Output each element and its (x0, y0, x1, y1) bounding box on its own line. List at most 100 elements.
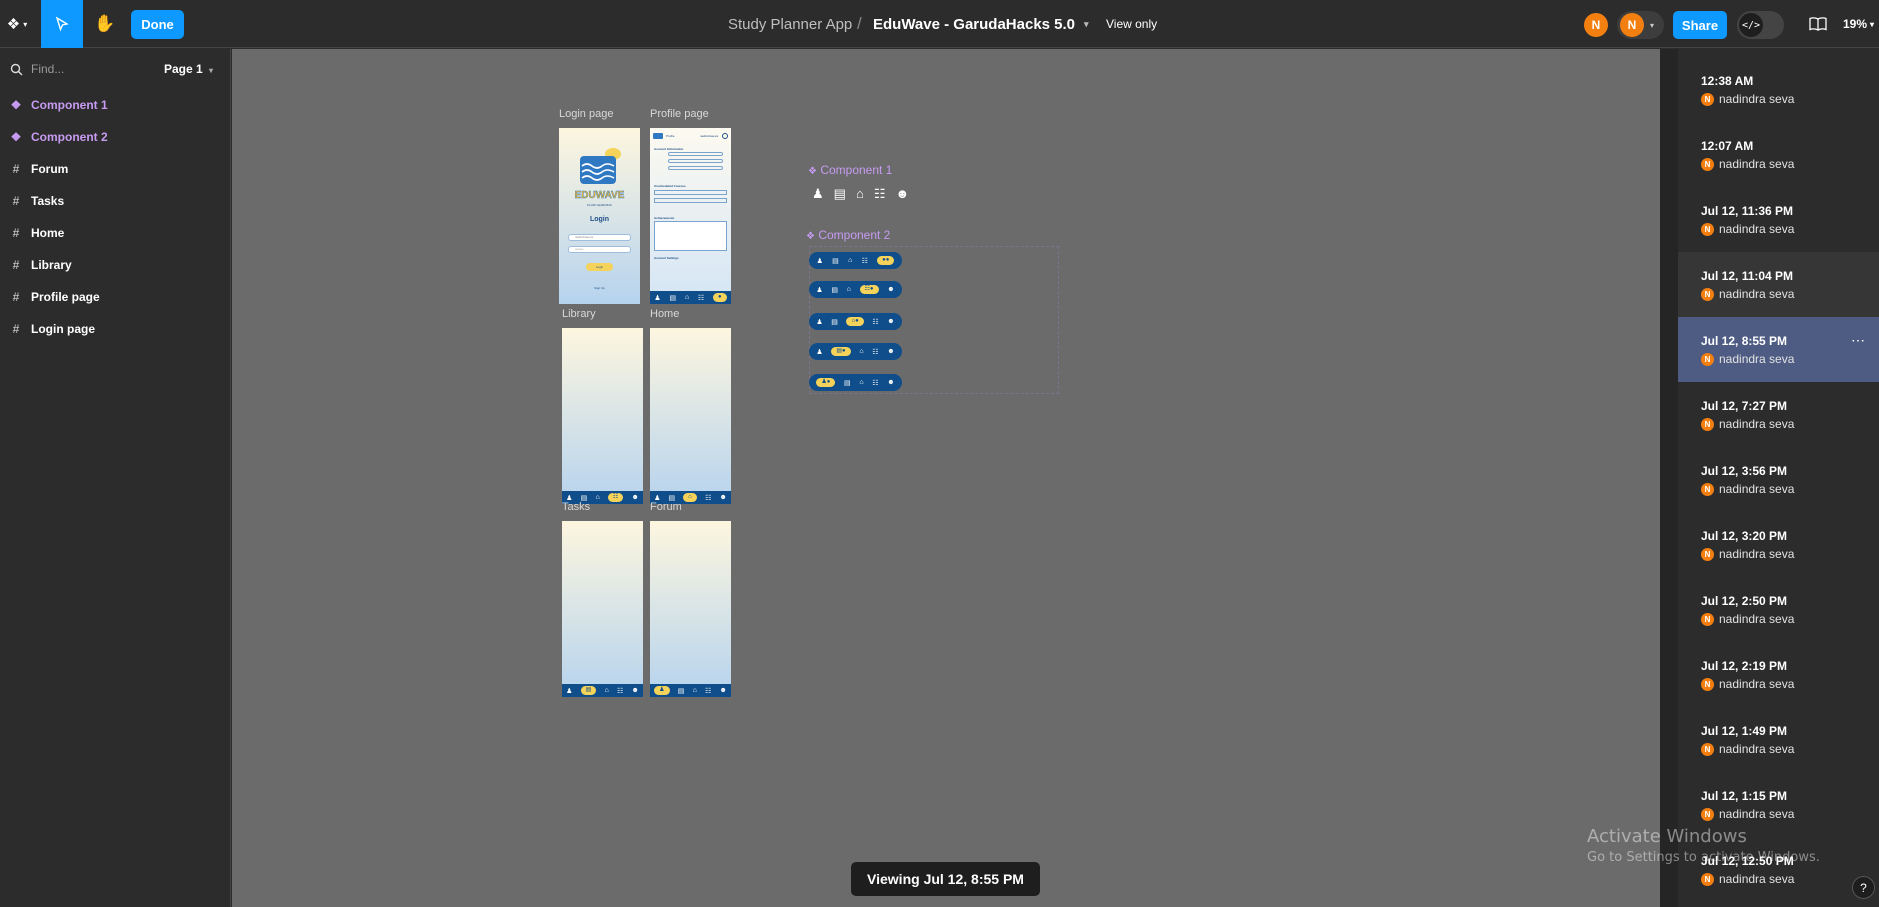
layer-search[interactable]: Find... Page 1 ▾ (0, 49, 231, 89)
nav-pill: ▤ (580, 686, 597, 695)
author-name: nadindra seva (1719, 222, 1795, 236)
component-2-label[interactable]: ❖ Component 2 (806, 228, 890, 242)
logo-text: EDUWAVE (574, 190, 625, 201)
nav-variant-home[interactable]: ♟ ▤ ⌂● ☷ ☻ (809, 313, 902, 330)
layer-label: Login page (31, 322, 95, 336)
frame-library[interactable]: ♟ ▤ ⌂ ☷ ☻ (562, 328, 643, 504)
forum-icon: ♟ (566, 687, 573, 695)
search-input[interactable]: Find... (31, 62, 64, 76)
nav-variant-library[interactable]: ♟ ▤ ⌂ ☷● ☻ (809, 281, 902, 298)
frame-login-page[interactable]: EDUWAVE FLOW LEARNING Login nadindraseva… (559, 128, 640, 304)
more-options-icon[interactable]: ⋯ (1851, 332, 1865, 349)
component-1-label[interactable]: ❖ Component 1 (808, 163, 892, 177)
version-item[interactable]: 12:07 AM Nnadindra seva (1678, 122, 1879, 187)
settings-heading: Account Settings (654, 256, 679, 260)
version-author: Nnadindra seva (1701, 482, 1794, 496)
layer-label: Home (31, 226, 65, 240)
frame-home[interactable]: ♟ ▤ ⌂ ☷ ☻ (650, 328, 731, 504)
version-time: Jul 12, 3:56 PM (1701, 464, 1788, 478)
version-item[interactable]: Jul 12, 1:49 PM Nnadindra seva (1678, 707, 1879, 772)
chevron-down-icon: ▾ (1870, 19, 1875, 29)
help-button[interactable]: ? (1852, 876, 1875, 899)
library-icon: ☷ (873, 186, 886, 201)
frame-label-tasks[interactable]: Tasks (562, 501, 590, 513)
watermark-title: Activate Windows (1587, 826, 1747, 847)
achievements-heading: Achievements (654, 216, 675, 220)
version-item[interactable]: Jul 12, 3:20 PM Nnadindra seva (1678, 512, 1879, 577)
layer-item-profile-page[interactable]: # Profile page (0, 281, 231, 313)
avatar: N (1701, 547, 1714, 561)
done-button[interactable]: Done (131, 10, 184, 39)
page-name: Page 1 (164, 62, 203, 76)
avatar: N (1701, 807, 1714, 821)
profile-icon: ☻ (719, 687, 727, 694)
figma-logo-icon: ❖ (6, 16, 21, 33)
frame-label-forum[interactable]: Forum (650, 501, 682, 513)
login-button[interactable]: Login (586, 263, 613, 271)
main-menu-button[interactable]: ❖ ▾ (0, 0, 34, 48)
version-time: Jul 12, 11:36 PM (1701, 204, 1794, 218)
share-button[interactable]: Share (1673, 11, 1727, 39)
layer-item-forum[interactable]: # Forum (0, 153, 231, 185)
frame-profile-page[interactable]: Profile nadindraseva Account Information… (650, 128, 731, 304)
frame-label-login[interactable]: Login page (559, 108, 613, 120)
frame-tasks[interactable]: ♟ ▤ ⌂ ☷ ☻ (562, 521, 643, 697)
avatar[interactable]: N (1584, 13, 1608, 37)
password-field[interactable]: •••••••• (568, 246, 631, 253)
frame-label-profile[interactable]: Profile page (650, 108, 709, 120)
achievements-box (654, 221, 727, 251)
move-tool-button[interactable] (41, 0, 83, 48)
nav-variant-forum[interactable]: ♟● ▤ ⌂ ☷ ☻ (809, 374, 902, 391)
frame-label-home[interactable]: Home (650, 308, 679, 320)
nav-variant-profile[interactable]: ♟ ▤ ⌂ ☷ ●● (809, 252, 902, 269)
version-item[interactable]: Jul 12, 3:56 PM Nnadindra seva (1678, 447, 1879, 512)
view-only-badge[interactable]: View only (1106, 0, 1157, 48)
frame-label-library[interactable]: Library (562, 308, 596, 320)
version-item[interactable]: Jul 12, 7:27 PM Nnadindra seva (1678, 382, 1879, 447)
version-item[interactable]: Jul 12, 11:36 PM Nnadindra seva (1678, 187, 1879, 252)
layer-item-component-2[interactable]: ❖ Component 2 (0, 121, 231, 153)
layer-item-library[interactable]: # Library (0, 249, 231, 281)
page-selector[interactable]: Page 1 ▾ (164, 62, 213, 76)
layer-item-home[interactable]: # Home (0, 217, 231, 249)
author-name: nadindra seva (1719, 677, 1795, 691)
frame-forum[interactable]: ♟ ▤ ⌂ ☷ ☻ (650, 521, 731, 697)
layer-item-component-1[interactable]: ❖ Component 1 (0, 89, 231, 121)
avatar: N (1620, 13, 1644, 37)
avatar: N (1701, 677, 1714, 691)
author-name: nadindra seva (1719, 807, 1795, 821)
file-name[interactable]: EduWave - GarudaHacks 5.0 ▾ (873, 0, 1089, 48)
version-time: Jul 12, 3:20 PM (1701, 529, 1788, 543)
component-1-icons[interactable]: ♟ ▤ ⌂ ☷ ☻ (812, 186, 909, 202)
version-author: Nnadindra seva (1701, 612, 1794, 626)
version-item[interactable]: Jul 12, 2:19 PM Nnadindra seva (1678, 642, 1879, 707)
signup-link[interactable]: Sign Up (559, 286, 640, 290)
login-heading: Login (589, 216, 610, 223)
version-item[interactable]: Jul 12, 8:55 PM Nnadindra seva ⋯ (1678, 317, 1879, 382)
component-icon: ❖ (806, 231, 815, 242)
zoom-menu[interactable]: 19% ▾ (1843, 0, 1879, 48)
version-item[interactable]: Jul 12, 11:04 PM Nnadindra seva (1678, 252, 1879, 317)
version-item[interactable]: Jul 12, 2:50 PM Nnadindra seva (1678, 577, 1879, 642)
version-item[interactable]: 12:38 AM Nnadindra seva (1678, 57, 1879, 122)
bottom-nav: ♟ ▤ ⌂ ☷ ☻ (562, 684, 643, 697)
version-time: Jul 12, 7:27 PM (1701, 399, 1788, 413)
dev-mode-toggle[interactable]: </> (1737, 11, 1784, 39)
layer-item-login-page[interactable]: # Login page (0, 313, 231, 345)
hand-tool-button[interactable]: ✋ (84, 0, 126, 48)
author-name: nadindra seva (1719, 352, 1795, 366)
nav-variant-tasks[interactable]: ♟ ▤● ⌂ ☷ ☻ (809, 343, 902, 360)
design-canvas[interactable]: Login page EDUWAVE FLOW LEARNING Login n… (232, 49, 1660, 907)
layer-item-tasks[interactable]: # Tasks (0, 185, 231, 217)
home-icon: ⌂ (684, 294, 690, 301)
collaborators-button[interactable]: N ▾ (1617, 11, 1664, 39)
courses-heading: Unscheduled Courses (654, 184, 686, 188)
nav-pill: ▤● (831, 347, 851, 356)
search-icon (10, 63, 23, 75)
library-icon: ☷ (697, 294, 705, 302)
nav-pill: ● (712, 293, 727, 302)
bottom-nav: ♟ ▤ ⌂ ☷ ☻ (650, 684, 731, 697)
breadcrumb-project[interactable]: Study Planner App (728, 0, 852, 48)
username-field[interactable]: nadindraseva (568, 234, 631, 241)
resources-button[interactable] (1802, 0, 1834, 48)
